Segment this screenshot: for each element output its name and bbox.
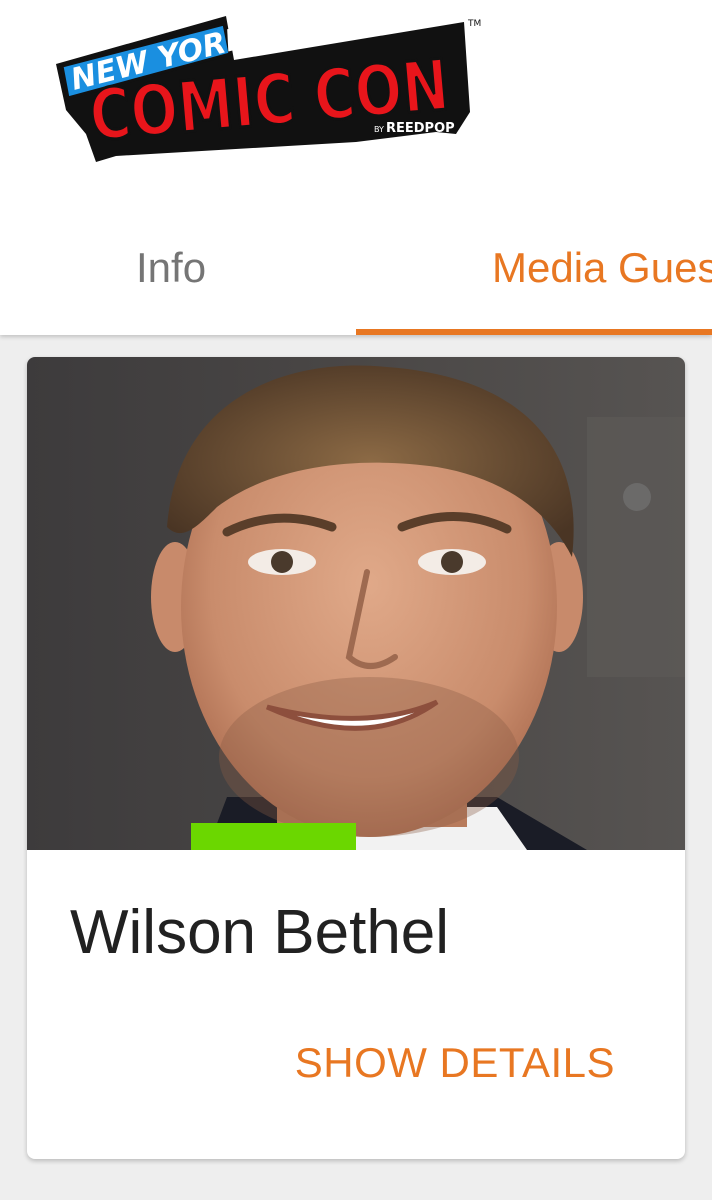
- guest-photo: [27, 357, 685, 850]
- nycc-logo: NEW YORK COMIC CON BY REEDPOP TM: [56, 16, 481, 162]
- guest-card[interactable]: Wilson Bethel SHOW DETAILS: [27, 357, 685, 1159]
- tab-media-guests[interactable]: Media Guests: [356, 205, 712, 335]
- svg-text:BY: BY: [374, 125, 384, 134]
- guest-category-tag: [191, 823, 356, 850]
- tab-info-label: Info: [136, 244, 207, 291]
- guest-name: Wilson Bethel: [70, 898, 450, 967]
- active-tab-indicator: [356, 329, 712, 335]
- tab-info[interactable]: Info: [0, 205, 356, 335]
- app-header: NEW YORK COMIC CON BY REEDPOP TM Info Me…: [0, 0, 712, 335]
- tab-bar: Info Media Guests: [0, 205, 712, 335]
- tab-media-guests-label: Media Guests: [492, 244, 712, 291]
- show-details-button[interactable]: SHOW DETAILS: [295, 1039, 615, 1087]
- svg-text:TM: TM: [467, 19, 481, 29]
- svg-text:REEDPOP: REEDPOP: [386, 121, 455, 136]
